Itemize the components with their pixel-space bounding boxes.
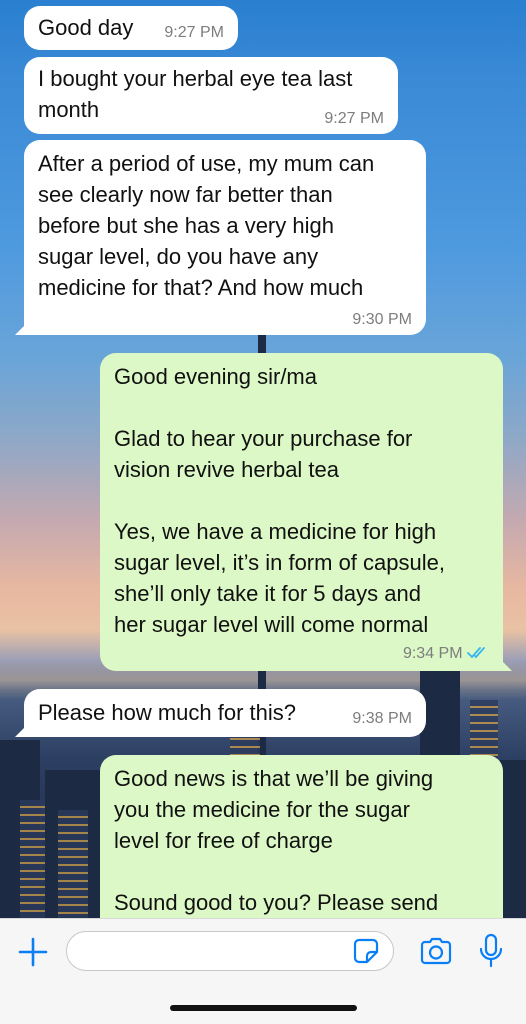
building xyxy=(58,810,88,918)
bubble-tail xyxy=(498,657,512,671)
message-bubble-outgoing[interactable]: Good news is that we’ll be giving you th… xyxy=(100,755,503,945)
sticker-button[interactable] xyxy=(350,935,382,967)
message-bubble-incoming[interactable]: I bought your herbal eye tea last month … xyxy=(24,57,398,134)
building xyxy=(500,760,526,918)
message-time: 9:38 PM xyxy=(352,710,412,727)
message-text: Please how much for this? xyxy=(38,700,297,725)
message-time: 9:34 PM xyxy=(403,645,489,663)
plus-icon xyxy=(18,937,48,967)
building xyxy=(20,800,46,918)
microphone-icon xyxy=(479,933,503,968)
message-time-label: 9:34 PM xyxy=(402,645,463,662)
message-time: 9:27 PM xyxy=(164,24,224,41)
sticker-icon xyxy=(353,938,379,964)
message-input[interactable] xyxy=(66,931,394,971)
message-bubble-incoming[interactable]: Please how much for this? 9:38 PM xyxy=(15,689,426,737)
message-text: Good evening sir/ma Glad to hear your pu… xyxy=(114,364,445,637)
double-check-icon xyxy=(467,647,485,659)
message-bubble-outgoing[interactable]: Good evening sir/ma Glad to hear your pu… xyxy=(100,353,512,671)
camera-button[interactable] xyxy=(416,932,456,970)
message-time: 9:30 PM xyxy=(352,311,412,328)
message-text: Good day xyxy=(38,15,134,40)
camera-icon xyxy=(420,937,452,965)
microphone-button[interactable] xyxy=(474,931,508,971)
message-text: Good news is that we’ll be giving you th… xyxy=(114,766,439,915)
message-text: After a period of use, my mum can see cl… xyxy=(38,151,375,300)
message-text: I bought your herbal eye tea last month xyxy=(38,66,353,122)
message-bubble-incoming[interactable]: Good day 9:27 PM xyxy=(24,6,238,50)
home-indicator xyxy=(170,1005,357,1011)
bubble-tail xyxy=(15,321,29,335)
message-bubble-incoming[interactable]: After a period of use, my mum can see cl… xyxy=(15,140,426,335)
message-time: 9:27 PM xyxy=(324,110,384,127)
bubble-tail xyxy=(15,723,29,737)
attach-button[interactable] xyxy=(14,933,52,971)
